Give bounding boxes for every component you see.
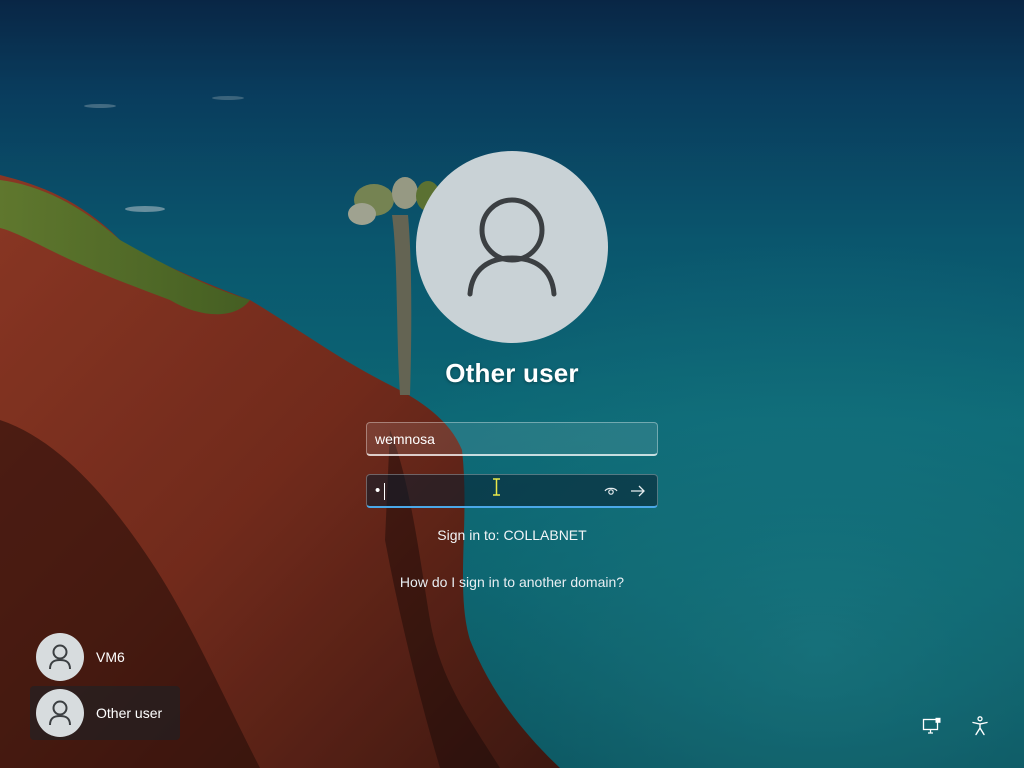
reveal-password-button[interactable] [601, 481, 621, 501]
user-list-item-other-user[interactable]: Other user [30, 686, 180, 740]
user-switcher-list: VM6 Other user [30, 630, 210, 742]
user-avatar [416, 151, 608, 343]
user-icon [49, 700, 71, 726]
user-list-item-vm6[interactable]: VM6 [30, 630, 210, 684]
network-button[interactable] [920, 714, 944, 738]
user-avatar-small [36, 633, 84, 681]
username-field-container [366, 422, 658, 456]
text-caret [384, 483, 385, 500]
password-field-container [366, 474, 658, 508]
password-input[interactable] [367, 475, 595, 506]
user-list-item-label: VM6 [96, 649, 125, 665]
user-list-item-label: Other user [96, 705, 163, 721]
accessibility-button[interactable] [968, 714, 992, 738]
another-domain-help-link[interactable]: How do I sign in to another domain? [312, 574, 712, 590]
username-input[interactable] [367, 423, 657, 454]
network-icon [922, 717, 941, 734]
user-icon [467, 197, 557, 297]
user-display-name: Other user [445, 358, 579, 388]
accessibility-icon [972, 716, 988, 736]
eye-icon [604, 487, 618, 495]
user-icon [49, 644, 71, 670]
user-avatar-small [36, 689, 84, 737]
sign-in-screen: Other user Sign in to: COLLABNET How do … [0, 0, 1024, 768]
ibeam-cursor-icon [493, 478, 500, 496]
submit-button[interactable] [627, 481, 649, 501]
arrow-right-icon [631, 485, 645, 497]
sign-in-domain-text: Sign in to: COLLABNET [437, 527, 587, 543]
